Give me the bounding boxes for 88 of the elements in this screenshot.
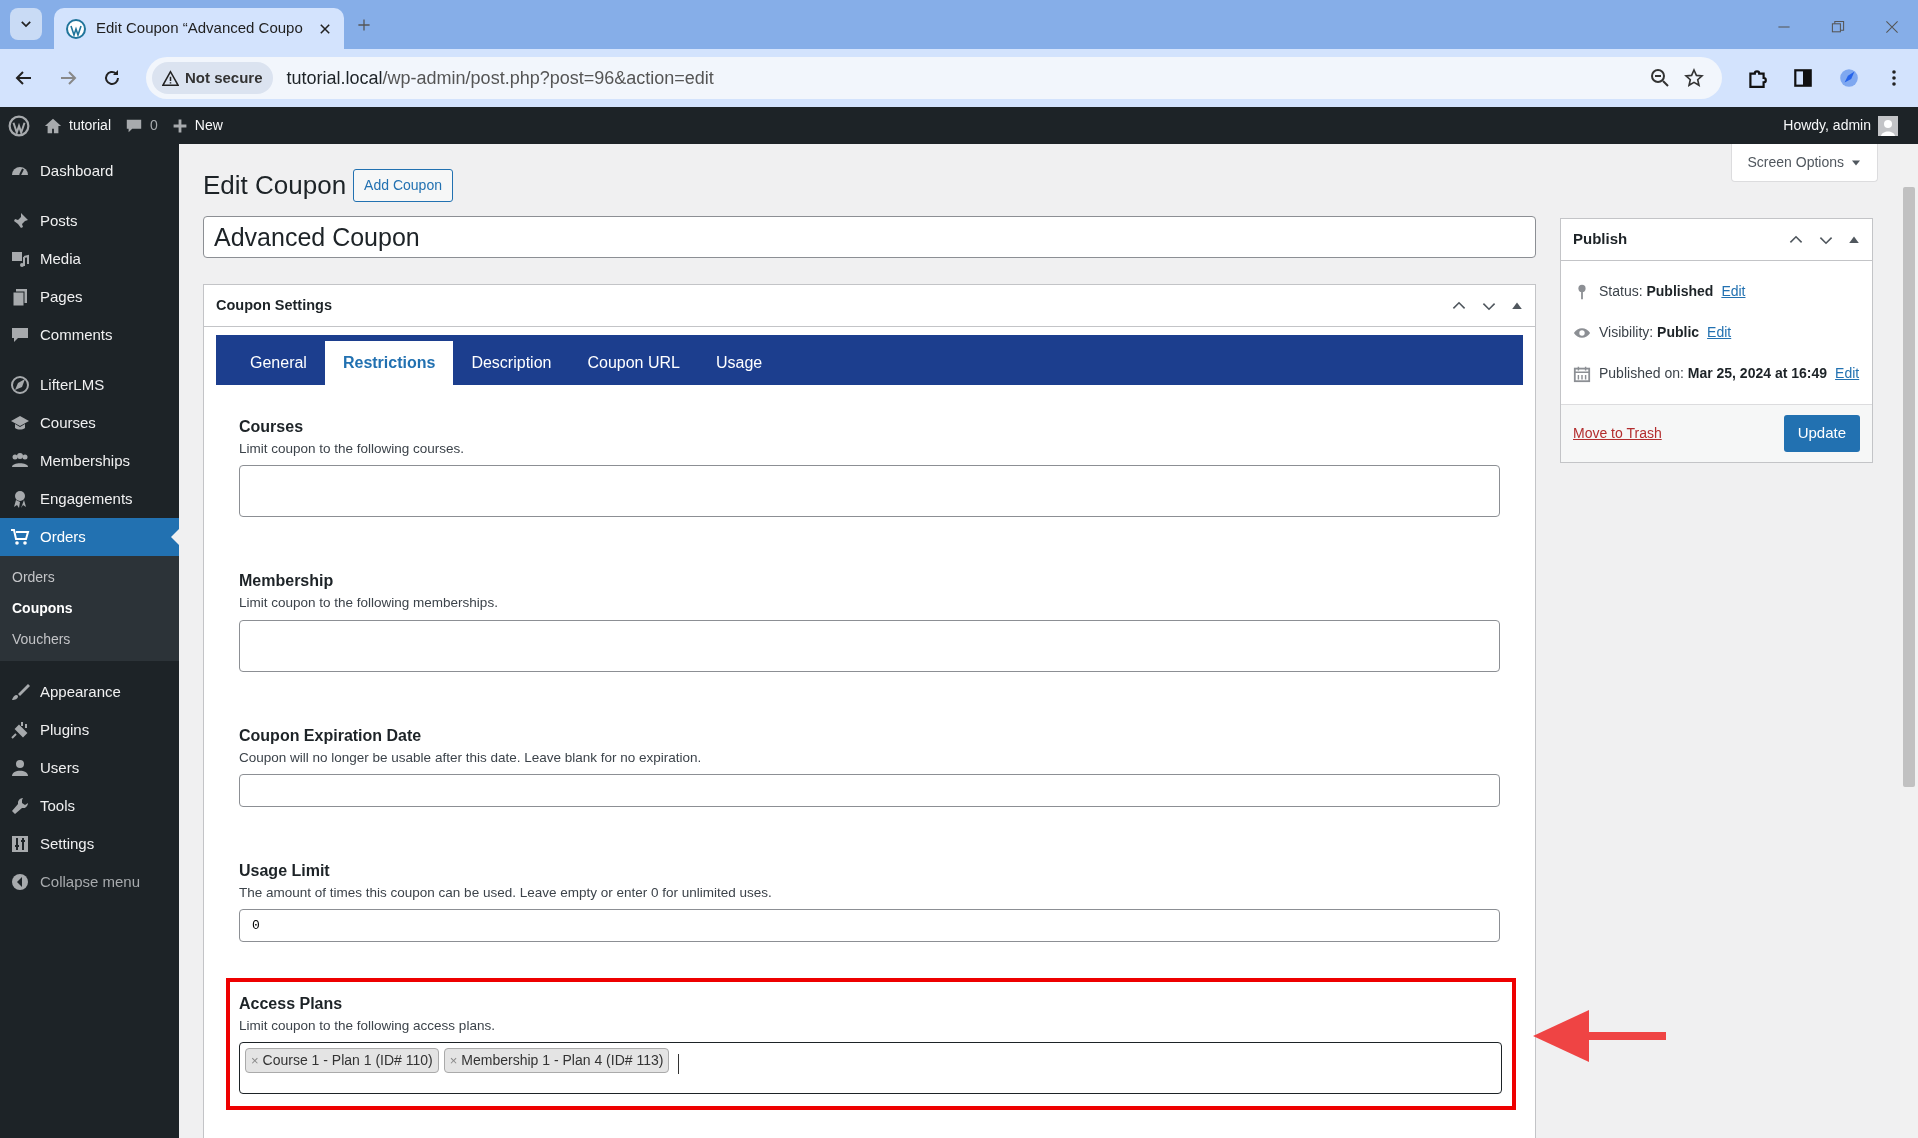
wordpress-logo-icon bbox=[66, 18, 86, 39]
puzzle-icon[interactable] bbox=[1746, 67, 1768, 89]
tab-search-button[interactable] bbox=[10, 8, 42, 40]
page-title: Edit Coupon bbox=[203, 169, 347, 202]
collapse-icon bbox=[10, 872, 30, 892]
comments-link[interactable]: 0 bbox=[125, 115, 158, 136]
wrench-icon bbox=[10, 796, 30, 816]
sidebar-item[interactable]: Plugins bbox=[0, 711, 179, 749]
sidebar-item[interactable]: Comments bbox=[0, 316, 179, 354]
field-label: Membership bbox=[239, 571, 335, 592]
avatar-icon bbox=[1878, 115, 1898, 136]
help-text: Limit coupon to the following memberships. bbox=[239, 594, 499, 613]
field-label: Access Plans bbox=[239, 994, 344, 1014]
submenu-item[interactable]: Coupons bbox=[0, 593, 179, 624]
token-field[interactable]: × Course 1 - Plan 1 (ID# 110) × Membership 1 - Plan 4 (ID# 113) bbox=[239, 1042, 1502, 1095]
sidebar-item[interactable]: Settings bbox=[0, 825, 179, 863]
tab[interactable]: Usage bbox=[697, 341, 781, 385]
zoom-out-icon[interactable] bbox=[1650, 68, 1670, 88]
sidebar-item[interactable]: Dashboard bbox=[0, 152, 179, 190]
cart-icon bbox=[10, 527, 30, 547]
move-to-trash-link[interactable]: Move to Trash bbox=[1573, 422, 1662, 444]
person-icon bbox=[10, 758, 30, 778]
edit-link[interactable]: Edit bbox=[1707, 322, 1732, 343]
sidebar-item[interactable]: Collapse menu bbox=[0, 863, 179, 901]
sidebar-item[interactable]: Memberships bbox=[0, 442, 179, 480]
pages-icon bbox=[10, 287, 30, 307]
field-label: Usage Limit bbox=[239, 860, 331, 881]
edit-link[interactable]: Edit bbox=[1835, 363, 1860, 384]
sidebar-item[interactable]: Courses bbox=[0, 404, 179, 442]
text-cursor bbox=[678, 1054, 680, 1075]
tab[interactable]: Restrictions bbox=[324, 341, 454, 385]
sidebar-panel-icon[interactable] bbox=[1792, 67, 1814, 89]
url-text[interactable]: tutorial.local/wp-admin/post.php?post=96&action=edit bbox=[286, 64, 714, 92]
box-title: Publish bbox=[1573, 229, 1628, 250]
publish-info: Visibility: Public bbox=[1599, 323, 1700, 342]
box-title: Coupon Settings bbox=[216, 295, 332, 315]
submenu-item[interactable]: Vouchers bbox=[0, 624, 179, 655]
publish-info: Published on: Mar 25, 2024 at 16:49 bbox=[1599, 364, 1828, 383]
wordpress-logo-icon[interactable] bbox=[8, 114, 30, 137]
sidebar-item[interactable]: Pages bbox=[0, 278, 179, 316]
sidebar-item[interactable]: Users bbox=[0, 749, 179, 787]
calendar-icon bbox=[1573, 364, 1591, 383]
add-coupon-button[interactable]: Add Coupon bbox=[353, 169, 453, 202]
field-label: Courses bbox=[239, 417, 305, 437]
submenu-item[interactable]: Orders bbox=[0, 562, 179, 593]
paintbrush-icon bbox=[10, 682, 30, 702]
warning-icon bbox=[162, 69, 179, 87]
input-field[interactable] bbox=[239, 465, 1500, 518]
publish-info: Status: Published bbox=[1599, 282, 1714, 301]
reload-icon[interactable] bbox=[102, 68, 122, 88]
new-link[interactable]: New bbox=[171, 115, 223, 136]
sidebar-item[interactable]: Posts bbox=[0, 202, 179, 240]
update-button[interactable]: Update bbox=[1783, 415, 1860, 452]
media-icon bbox=[10, 249, 30, 269]
screen-options-button[interactable]: Screen Options bbox=[1730, 144, 1878, 182]
tab[interactable]: Coupon URL bbox=[569, 341, 698, 385]
sidebar-item[interactable]: LifterLMS bbox=[0, 366, 179, 404]
tab[interactable]: General bbox=[232, 341, 325, 385]
input-field[interactable]: 0 bbox=[239, 909, 1500, 942]
account-link[interactable]: Howdy, admin bbox=[1783, 115, 1898, 136]
sidebar-item[interactable]: Engagements bbox=[0, 480, 179, 518]
comment-bubble-icon bbox=[10, 325, 30, 345]
close-icon[interactable] bbox=[318, 21, 332, 36]
help-text: Coupon will no longer be usable after this date. Leave blank for no expiration. bbox=[239, 748, 703, 767]
token-chip[interactable]: × Course 1 - Plan 1 (ID# 110) bbox=[245, 1048, 439, 1074]
security-chip[interactable]: Not secure bbox=[152, 61, 273, 95]
input-field[interactable] bbox=[239, 619, 1500, 672]
star-icon[interactable] bbox=[1684, 68, 1704, 88]
restore-icon[interactable] bbox=[1830, 19, 1846, 35]
sidebar-item[interactable]: Orders bbox=[0, 518, 179, 556]
home-icon bbox=[44, 116, 62, 135]
edit-link[interactable]: Edit bbox=[1721, 281, 1746, 302]
tab-title: Edit Coupon “Advanced Coupo bbox=[96, 18, 303, 39]
sidebar-item[interactable]: Tools bbox=[0, 787, 179, 825]
help-text: The amount of times this coupon can be used. Leave empty or enter 0 for unlimited uses. bbox=[239, 883, 773, 902]
input-field[interactable] bbox=[239, 773, 1500, 807]
site-link[interactable]: tutorial bbox=[44, 115, 112, 136]
field-label: Coupon Expiration Date bbox=[239, 725, 423, 746]
sliders-icon bbox=[10, 834, 30, 854]
sidebar-item[interactable]: Appearance bbox=[0, 673, 179, 711]
token-chip[interactable]: × Membership 1 - Plan 4 (ID# 113) bbox=[443, 1048, 670, 1074]
help-text: Limit coupon to the following courses. bbox=[239, 440, 466, 458]
help-text: Limit coupon to the following access plans. bbox=[239, 1017, 496, 1035]
title-field[interactable]: Advanced Coupon bbox=[203, 216, 1536, 258]
browser-tab[interactable]: Edit Coupon “Advanced Coupo bbox=[54, 8, 344, 49]
tab[interactable]: Description bbox=[453, 341, 570, 385]
sidebar-item[interactable]: Media bbox=[0, 240, 179, 278]
plus-icon bbox=[171, 117, 188, 134]
